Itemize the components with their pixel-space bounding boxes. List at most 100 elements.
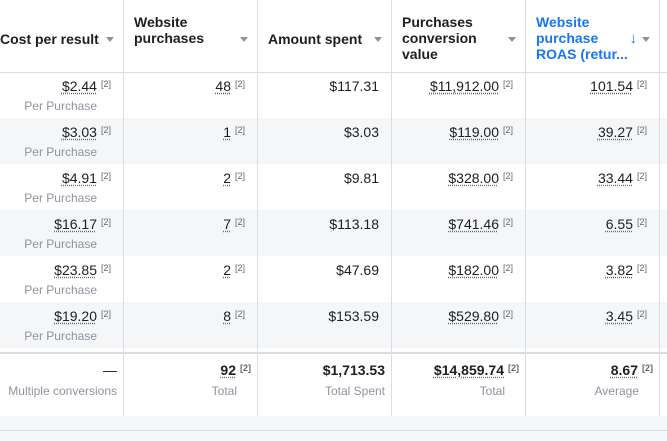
purchases-value[interactable]: 1 [2] [223, 124, 245, 140]
total-roas-cell: 8.67 [2] Average [526, 354, 660, 418]
roas-value[interactable]: 101.54 [2] [590, 78, 647, 94]
total-purchases-value[interactable]: 92 [2] [220, 362, 251, 378]
conversion-value-cell: $182.00 [2] [392, 256, 526, 302]
table-header: Cost per result Website purchases Amount… [0, 0, 667, 73]
overflow-cell [660, 118, 667, 164]
column-header-website-purchases[interactable]: Website purchases [124, 0, 258, 72]
website-purchases-cell: 1 [2] [124, 118, 258, 164]
overflow-cell [660, 256, 667, 302]
amount-spent-cell: $117.31 [258, 72, 392, 118]
spent-value: $153.59 [328, 308, 379, 324]
purchases-value[interactable]: 2 [2] [223, 262, 245, 278]
chevron-down-icon[interactable] [240, 37, 248, 42]
purchases-value[interactable]: 48 [2] [215, 78, 245, 94]
cost-value[interactable]: $19.20 [2] [54, 308, 111, 324]
footnote-marker: [2] [234, 263, 245, 273]
overflow-cell [660, 72, 667, 118]
footnote-marker: [2] [234, 309, 245, 319]
website-purchases-cell: 48 [2] [124, 72, 258, 118]
conversion-value[interactable]: $182.00 [2] [448, 262, 513, 278]
footnote-marker: [2] [100, 171, 111, 181]
spent-value: $117.31 [329, 78, 379, 94]
footnote-marker: [2] [234, 125, 245, 135]
conversion-value-cell: $11,912.00 [2] [392, 72, 526, 118]
cost-per-result-cell: $23.85 [2] Per Purchase [0, 256, 124, 302]
overflow-cell [660, 302, 667, 348]
chevron-down-icon[interactable] [642, 37, 650, 42]
divider [0, 430, 667, 431]
roas-value[interactable]: 3.82 [2] [606, 262, 647, 278]
chevron-down-icon[interactable] [106, 37, 114, 42]
conversion-value-cell: $119.00 [2] [392, 118, 526, 164]
footnote-marker: [2] [502, 125, 513, 135]
result-type-label: Per Purchase [24, 145, 97, 159]
result-type-label: Per Purchase [24, 99, 97, 113]
cost-value[interactable]: $4.91 [2] [62, 170, 111, 186]
amount-spent-cell: $3.03 [258, 118, 392, 164]
footnote-marker: [2] [234, 217, 245, 227]
result-type-label: Per Purchase [24, 191, 97, 205]
conversion-value-cell: $741.46 [2] [392, 210, 526, 256]
footnote-marker: [2] [502, 309, 513, 319]
cost-value[interactable]: $23.85 [2] [54, 262, 111, 278]
table-row: $23.85 [2] Per Purchase 2 [2] $47.69 $182.… [0, 256, 667, 302]
conversion-value[interactable]: $529.80 [2] [448, 308, 513, 324]
footnote-marker: [2] [100, 263, 111, 273]
footnote-marker: [2] [100, 125, 111, 135]
chevron-down-icon[interactable] [374, 37, 382, 42]
footnote-marker: [2] [100, 217, 111, 227]
purchases-value[interactable]: 2 [2] [223, 170, 245, 186]
footnote-marker: [2] [502, 171, 513, 181]
roas-value[interactable]: 6.55 [2] [606, 216, 647, 232]
total-spent-value: $1,713.53 [322, 362, 385, 378]
column-header-overflow [660, 0, 667, 72]
total-spent-label: Total Spent [324, 384, 385, 398]
table-row: $16.17 [2] Per Purchase 7 [2] $113.18 $741… [0, 210, 667, 256]
spent-value: $9.81 [343, 170, 379, 186]
purchases-value[interactable]: 7 [2] [223, 216, 245, 232]
total-spent-cell: $1,713.53 Total Spent [258, 354, 392, 418]
footnote-marker: [2] [636, 171, 647, 181]
conversion-value[interactable]: $328.00 [2] [448, 170, 513, 186]
roas-value[interactable]: 33.44 [2] [598, 170, 647, 186]
column-header-cost-per-result[interactable]: Cost per result [0, 0, 124, 72]
spent-value: $3.03 [343, 124, 379, 140]
total-cost-value: — [103, 362, 117, 378]
footnote-marker: [2] [502, 217, 513, 227]
conversion-value[interactable]: $741.46 [2] [448, 216, 513, 232]
footnote-marker: [2] [502, 79, 513, 89]
column-header-website-purchase-roas[interactable]: Website purchase ROAS (retur... ↓ [526, 0, 660, 72]
total-conversion-value[interactable]: $14,859.74 [2] [434, 362, 519, 378]
sort-descending-arrow-icon[interactable]: ↓ [630, 30, 638, 47]
conversion-value[interactable]: $119.00 [2] [449, 124, 513, 140]
column-label: Amount spent [268, 31, 363, 47]
cost-value[interactable]: $3.03 [2] [62, 124, 111, 140]
roas-value[interactable]: 39.27 [2] [598, 124, 647, 140]
average-roas-value[interactable]: 8.67 [2] [611, 362, 653, 378]
total-value-cell: $14,859.74 [2] Total [392, 354, 526, 418]
column-label: Cost per result [0, 31, 99, 47]
column-header-purchases-conversion-value[interactable]: Purchases conversion value [392, 0, 526, 72]
cost-value[interactable]: $16.17 [2] [54, 216, 111, 232]
table-row: $4.91 [2] Per Purchase 2 [2] $9.81 $328.00… [0, 164, 667, 210]
purchases-value[interactable]: 8 [2] [223, 308, 245, 324]
roas-cell: 33.44 [2] [526, 164, 660, 210]
footnote-marker: [2] [234, 79, 245, 89]
table-row: $2.44 [2] Per Purchase 48 [2] $117.31 $11,… [0, 72, 667, 118]
conversion-value-cell: $328.00 [2] [392, 164, 526, 210]
chevron-down-icon[interactable] [508, 37, 516, 42]
cost-value[interactable]: $2.44 [2] [62, 78, 111, 94]
roas-cell: 3.45 [2] [526, 302, 660, 348]
website-purchases-cell: 2 [2] [124, 164, 258, 210]
column-header-amount-spent[interactable]: Amount spent [258, 0, 392, 72]
footnote-marker: [2] [508, 363, 519, 373]
table-row: $19.20 [2] Per Purchase 8 [2] $153.59 $529… [0, 302, 667, 348]
footnote-marker: [2] [636, 309, 647, 319]
footnote-marker: [2] [100, 79, 111, 89]
footnote-marker: [2] [502, 263, 513, 273]
roas-cell: 3.82 [2] [526, 256, 660, 302]
roas-cell: 101.54 [2] [526, 72, 660, 118]
roas-value[interactable]: 3.45 [2] [606, 308, 647, 324]
conversion-value[interactable]: $11,912.00 [2] [430, 78, 513, 94]
roas-cell: 6.55 [2] [526, 210, 660, 256]
